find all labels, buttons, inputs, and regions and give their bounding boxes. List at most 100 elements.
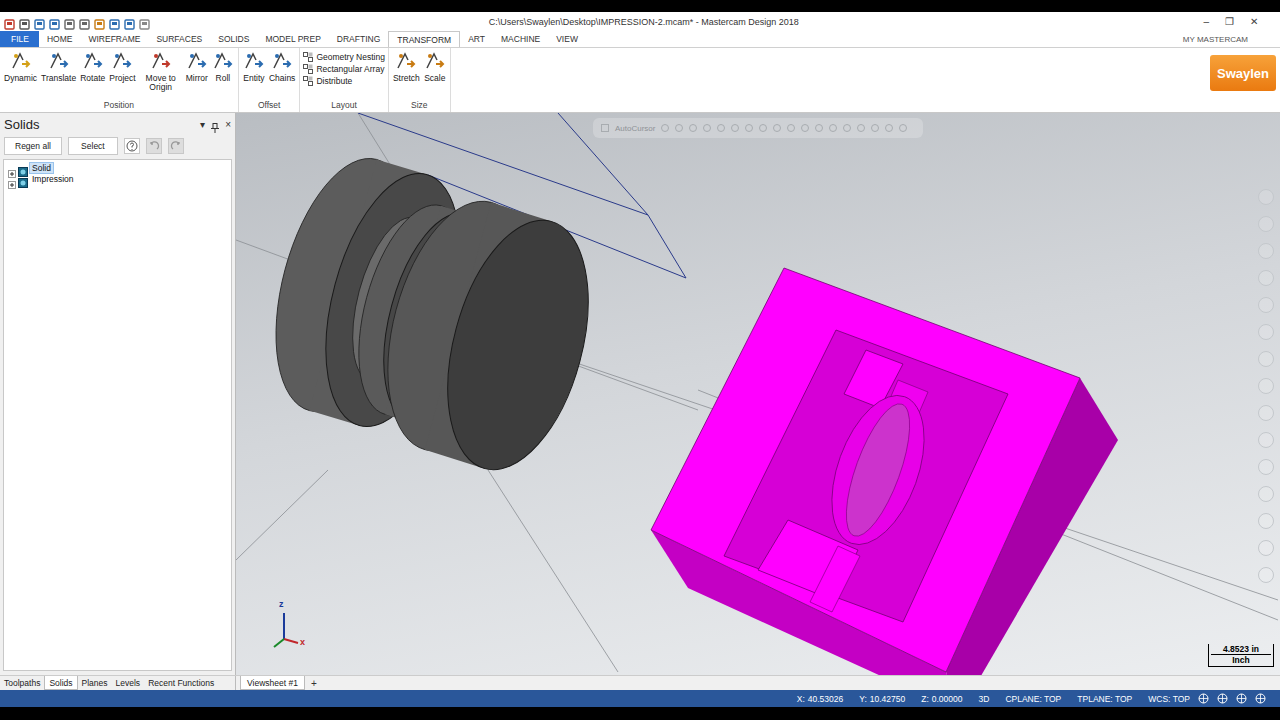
ribbon-large-button[interactable]: Project: [108, 50, 136, 83]
quick-access-icon[interactable]: [124, 16, 135, 27]
panel-tab[interactable]: Recent Functions: [144, 676, 218, 690]
tree-item[interactable]: Solid: [8, 162, 227, 173]
autocursor-option-icon[interactable]: [843, 124, 851, 132]
ribbon-tab[interactable]: WIREFRAME: [80, 31, 148, 47]
view-tool-icon[interactable]: [1258, 513, 1274, 529]
autocursor-option-icon[interactable]: [689, 124, 697, 132]
ribbon-large-button[interactable]: Translate: [40, 50, 77, 83]
view-tool-icon[interactable]: [1258, 324, 1274, 340]
pin-icon[interactable]: [211, 119, 219, 129]
ribbon-tab[interactable]: VIEW: [548, 31, 586, 47]
ribbon-tab[interactable]: HOME: [39, 31, 81, 47]
autocursor-option-icon[interactable]: [815, 124, 823, 132]
autocursor-option-icon[interactable]: [675, 124, 683, 132]
ribbon-large-button[interactable]: Move to Origin: [139, 50, 183, 92]
globe-icon[interactable]: [1255, 693, 1266, 704]
status-item[interactable]: TPLANE: TOP: [1077, 694, 1132, 704]
quick-access-icon[interactable]: [94, 16, 105, 27]
autocursor-option-icon[interactable]: [773, 124, 781, 132]
ribbon-tab[interactable]: SURFACES: [148, 31, 210, 47]
ribbon-tab[interactable]: DRAFTING: [329, 31, 388, 47]
ribbon-tab[interactable]: MODEL PREP: [257, 31, 328, 47]
autocursor-option-icon[interactable]: [717, 124, 725, 132]
redo-icon[interactable]: [168, 138, 184, 154]
status-item[interactable]: CPLANE: TOP: [1005, 694, 1061, 704]
autocursor-option-icon[interactable]: [745, 124, 753, 132]
view-tool-icon[interactable]: [1258, 486, 1274, 502]
ribbon-tab[interactable]: SOLIDS: [210, 31, 257, 47]
view-tool-icon[interactable]: [1258, 351, 1274, 367]
ribbon-tab[interactable]: TRANSFORM: [388, 31, 460, 47]
view-tool-icon[interactable]: [1258, 216, 1274, 232]
quick-access-icon[interactable]: [64, 16, 75, 27]
ribbon-large-button[interactable]: Roll: [211, 50, 235, 83]
quick-access-icon[interactable]: [79, 16, 90, 27]
quick-access-icon[interactable]: [109, 16, 120, 27]
panel-control-button[interactable]: ▾: [200, 119, 205, 130]
ribbon-tab[interactable]: MACHINE: [493, 31, 548, 47]
expand-icon[interactable]: [8, 175, 16, 183]
view-tool-icon[interactable]: [1258, 297, 1274, 313]
autocursor-option-icon[interactable]: [899, 124, 907, 132]
help-icon[interactable]: [124, 138, 140, 154]
ribbon-large-button[interactable]: Mirror: [185, 50, 209, 83]
quick-access-icon[interactable]: [49, 16, 60, 27]
undo-icon[interactable]: [146, 138, 162, 154]
autocursor-option-icon[interactable]: [731, 124, 739, 132]
view-tool-icon[interactable]: [1258, 567, 1274, 583]
view-tool-icon[interactable]: [1258, 459, 1274, 475]
window-control-button[interactable]: –: [1203, 16, 1209, 28]
quick-access-icon[interactable]: [4, 16, 15, 27]
autocursor-option-icon[interactable]: [703, 124, 711, 132]
add-viewsheet-button[interactable]: +: [305, 676, 323, 690]
ribbon-large-button[interactable]: Scale: [423, 50, 447, 83]
ribbon-large-button[interactable]: Entity: [242, 50, 266, 83]
ribbon-large-button[interactable]: Stretch: [392, 50, 421, 83]
status-item[interactable]: WCS: TOP: [1148, 694, 1190, 704]
ribbon-large-button[interactable]: Dynamic: [3, 50, 38, 83]
panel-tab[interactable]: Solids: [44, 676, 77, 690]
viewsheet-tab[interactable]: Viewsheet #1: [240, 676, 305, 690]
autocursor-option-icon[interactable]: [801, 124, 809, 132]
ribbon-small-button[interactable]: Distribute: [303, 76, 385, 86]
view-tool-icon[interactable]: [1258, 378, 1274, 394]
globe-icon[interactable]: [1236, 693, 1247, 704]
view-tool-icon[interactable]: [1258, 540, 1274, 556]
view-tool-icon[interactable]: [1258, 405, 1274, 421]
ribbon-tab[interactable]: FILE: [0, 31, 39, 47]
panel-control-button[interactable]: ×: [225, 119, 231, 130]
graphics-viewport[interactable]: AutoCursorzx4.8523 inInch: [236, 113, 1280, 675]
ribbon-large-button[interactable]: Chains: [268, 50, 296, 83]
panel-tab[interactable]: Toolpaths: [0, 676, 44, 690]
panel-button[interactable]: Regen all: [4, 137, 62, 155]
panel-tab[interactable]: Planes: [78, 676, 112, 690]
ribbon-tab[interactable]: ART: [460, 31, 493, 47]
autocursor-option-icon[interactable]: [871, 124, 879, 132]
status-item[interactable]: 3D: [979, 694, 990, 704]
ribbon-small-button[interactable]: Rectangular Array: [303, 64, 385, 74]
autocursor-option-icon[interactable]: [829, 124, 837, 132]
ribbon-small-button[interactable]: Geometry Nesting: [303, 52, 385, 62]
window-control-button[interactable]: ✕: [1250, 16, 1258, 28]
globe-icon[interactable]: [1198, 693, 1209, 704]
panel-button[interactable]: Select: [68, 137, 118, 155]
view-tool-icon[interactable]: [1258, 432, 1274, 448]
window-control-button[interactable]: ❐: [1225, 16, 1234, 28]
ribbon-large-button[interactable]: Rotate: [79, 50, 106, 83]
autocursor-option-icon[interactable]: [787, 124, 795, 132]
view-tool-icon[interactable]: [1258, 243, 1274, 259]
autocursor-toolbar[interactable]: AutoCursor: [593, 118, 923, 138]
globe-icon[interactable]: [1217, 693, 1228, 704]
tree-item[interactable]: Impression: [8, 173, 227, 184]
view-tool-icon[interactable]: [1258, 189, 1274, 205]
view-tool-icon[interactable]: [1258, 270, 1274, 286]
quick-access-icon[interactable]: [19, 16, 30, 27]
autocursor-option-icon[interactable]: [857, 124, 865, 132]
autocursor-option-icon[interactable]: [661, 124, 669, 132]
panel-tab[interactable]: Levels: [112, 676, 145, 690]
my-mastercam-link[interactable]: MY MASTERCAM: [1183, 31, 1280, 47]
expand-icon[interactable]: [8, 164, 16, 172]
quick-access-icon[interactable]: [139, 16, 150, 27]
quick-access-icon[interactable]: [34, 16, 45, 27]
autocursor-option-icon[interactable]: [759, 124, 767, 132]
